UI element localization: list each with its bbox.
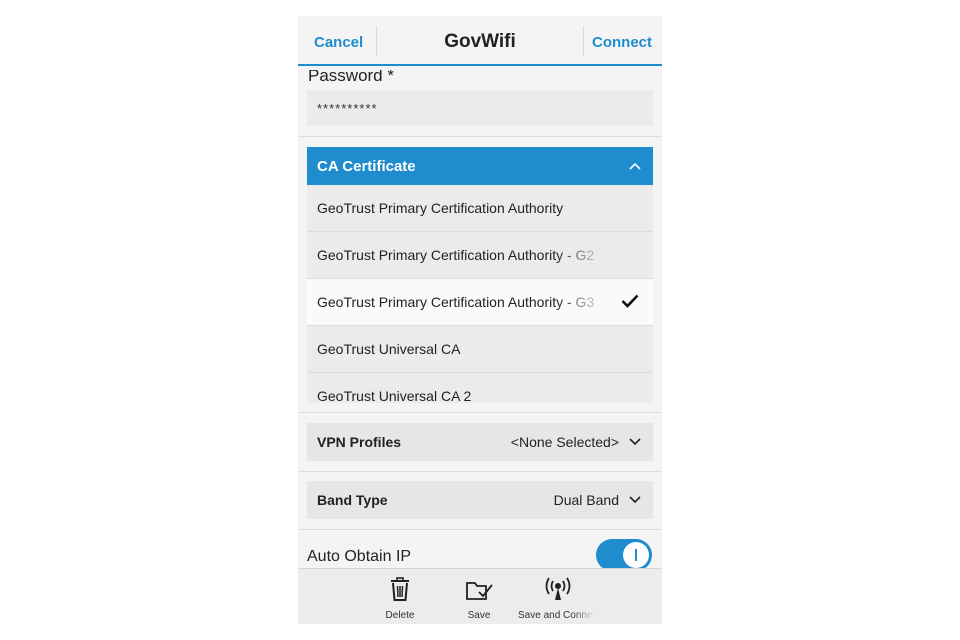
connect-button[interactable]: Connect (592, 34, 652, 51)
divider (298, 412, 662, 413)
certificate-option[interactable]: GeoTrust Primary Certification Authority (307, 185, 653, 232)
certificate-option-selected[interactable]: GeoTrust Primary Certification Authority… (307, 279, 653, 326)
divider (583, 26, 584, 56)
ca-certificate-dropdown[interactable]: CA Certificate (307, 147, 653, 185)
chevron-down-icon (629, 496, 641, 504)
password-label: Password * (308, 70, 394, 84)
certificate-list: GeoTrust Primary Certification Authority… (307, 185, 653, 403)
checkmark-icon (621, 294, 639, 308)
folder-check-icon (466, 582, 493, 600)
certificate-option[interactable]: GeoTrust Primary Certification Authority… (307, 232, 653, 279)
antenna-icon (545, 577, 571, 600)
password-value: ********** (317, 101, 378, 116)
band-type-label: Band Type (317, 492, 388, 508)
chevron-down-icon (629, 438, 641, 446)
trash-icon (391, 577, 409, 601)
auto-obtain-ip-toggle[interactable] (596, 539, 652, 571)
password-field[interactable]: ********** (307, 90, 653, 126)
ca-certificate-label: CA Certificate (317, 158, 416, 175)
certificate-option-label: GeoTrust Primary Certification Authority (317, 200, 564, 216)
band-type-dropdown[interactable]: Band Type Dual Band (307, 481, 653, 519)
vpn-profiles-label: VPN Profiles (317, 434, 402, 450)
toggle-on-mark (635, 549, 637, 561)
chevron-up-icon (629, 162, 641, 170)
divider (298, 471, 662, 472)
vpn-profiles-dropdown[interactable]: VPN Profiles <None Selected> (307, 423, 653, 461)
save-label: Save (467, 610, 491, 621)
divider (298, 136, 662, 137)
certificate-option-label: GeoTrust Primary Certification Authority… (317, 247, 595, 263)
save-and-connect-button[interactable]: Save and Connect (518, 569, 598, 624)
vpn-profiles-value: <None Selected> (510, 434, 619, 450)
toggle-knob (623, 542, 649, 568)
auto-obtain-ip-label: Auto Obtain IP (307, 548, 412, 565)
certificate-option-label: GeoTrust Universal CA (317, 341, 461, 357)
delete-button[interactable]: Delete (360, 569, 440, 624)
certificate-option[interactable]: GeoTrust Universal CA (307, 326, 653, 373)
save-button[interactable]: Save (439, 569, 519, 624)
certificate-option-label: GeoTrust Universal CA 2 (317, 388, 472, 403)
wifi-settings-screen: Cancel GovWifi Connect Password * ******… (298, 16, 662, 624)
certificate-option-label: GeoTrust Primary Certification Authority… (317, 294, 595, 310)
save-and-connect-label: Save and Connect (518, 610, 598, 621)
divider (298, 529, 662, 530)
band-type-value: Dual Band (553, 492, 619, 508)
certificate-option[interactable]: GeoTrust Universal CA 2 (307, 373, 653, 403)
title-bar: Cancel GovWifi Connect (298, 16, 662, 66)
delete-label: Delete (385, 610, 415, 621)
action-bar: Delete Save Save and Connect (298, 568, 662, 624)
